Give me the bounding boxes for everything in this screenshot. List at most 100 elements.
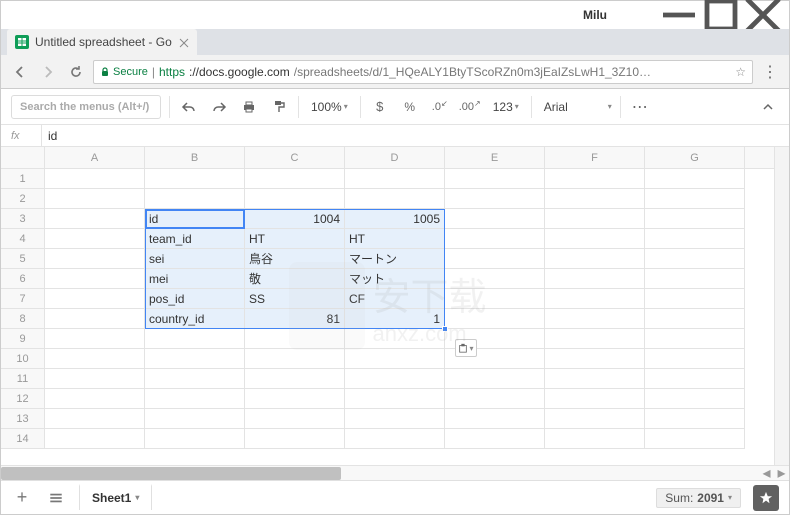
cell-E5[interactable] [445, 249, 545, 269]
cell-B7[interactable]: pos_id [145, 289, 245, 309]
cell-G5[interactable] [645, 249, 745, 269]
column-header[interactable]: G [645, 147, 745, 168]
cell-B13[interactable] [145, 409, 245, 429]
cell-A12[interactable] [45, 389, 145, 409]
increase-decimal-button[interactable]: .00↗ [459, 96, 481, 118]
cell-E1[interactable] [445, 169, 545, 189]
cell-G10[interactable] [645, 349, 745, 369]
cell-B6[interactable]: mei [145, 269, 245, 289]
cell-C4[interactable]: HT [245, 229, 345, 249]
cell-C9[interactable] [245, 329, 345, 349]
cell-C3[interactable]: 1004 [245, 209, 345, 229]
cell-D4[interactable]: HT [345, 229, 445, 249]
cell-F1[interactable] [545, 169, 645, 189]
chevron-down-icon[interactable]: ▾ [135, 493, 139, 502]
cell-D1[interactable] [345, 169, 445, 189]
cell-G3[interactable] [645, 209, 745, 229]
row-header[interactable]: 5 [1, 249, 45, 269]
cell-D5[interactable]: マートン [345, 249, 445, 269]
back-button[interactable] [9, 61, 31, 83]
cell-D2[interactable] [345, 189, 445, 209]
cell-C8[interactable]: 81 [245, 309, 345, 329]
row-header[interactable]: 2 [1, 189, 45, 209]
redo-button[interactable] [208, 96, 230, 118]
cell-A5[interactable] [45, 249, 145, 269]
cell-B10[interactable] [145, 349, 245, 369]
cell-D3[interactable]: 1005 [345, 209, 445, 229]
cell-D12[interactable] [345, 389, 445, 409]
cell-G6[interactable] [645, 269, 745, 289]
cell-B3[interactable]: id [145, 209, 245, 229]
cell-E13[interactable] [445, 409, 545, 429]
scroll-right-icon[interactable]: ▸ [774, 466, 789, 480]
cell-F11[interactable] [545, 369, 645, 389]
cell-G7[interactable] [645, 289, 745, 309]
row-header[interactable]: 9 [1, 329, 45, 349]
decrease-decimal-button[interactable]: .0↙ [429, 96, 451, 118]
row-header[interactable]: 6 [1, 269, 45, 289]
cell-F7[interactable] [545, 289, 645, 309]
cell-C10[interactable] [245, 349, 345, 369]
cell-D8[interactable]: 1 [345, 309, 445, 329]
chrome-menu-button[interactable]: ⋮ [759, 62, 781, 82]
cell-D6[interactable]: マット [345, 269, 445, 289]
formula-input[interactable]: id [44, 129, 57, 143]
cell-D14[interactable] [345, 429, 445, 449]
cell-B4[interactable]: team_id [145, 229, 245, 249]
add-sheet-button[interactable]: + [11, 487, 33, 509]
sheet-tab[interactable]: Sheet1 ▾ [79, 484, 152, 510]
browser-tab[interactable]: Untitled spreadsheet - Go [7, 29, 197, 55]
horizontal-scrollbar[interactable]: ◂ ▸ [1, 465, 789, 480]
row-header[interactable]: 13 [1, 409, 45, 429]
cell-C2[interactable] [245, 189, 345, 209]
print-button[interactable] [238, 96, 260, 118]
cell-F14[interactable] [545, 429, 645, 449]
cell-G11[interactable] [645, 369, 745, 389]
cell-B8[interactable]: country_id [145, 309, 245, 329]
number-format-select[interactable]: 123▾ [489, 100, 523, 114]
cell-A9[interactable] [45, 329, 145, 349]
font-select[interactable]: Arial [540, 100, 600, 114]
forward-button[interactable] [37, 61, 59, 83]
menu-search-input[interactable]: Search the menus (Alt+/) [11, 95, 161, 119]
more-toolbar-button[interactable]: ⋯ [629, 96, 651, 118]
explore-button[interactable] [753, 485, 779, 511]
row-header[interactable]: 8 [1, 309, 45, 329]
cell-B5[interactable]: sei [145, 249, 245, 269]
row-header[interactable]: 7 [1, 289, 45, 309]
cell-F13[interactable] [545, 409, 645, 429]
cell-B1[interactable] [145, 169, 245, 189]
row-header[interactable]: 11 [1, 369, 45, 389]
cell-G4[interactable] [645, 229, 745, 249]
cell-A6[interactable] [45, 269, 145, 289]
spreadsheet-grid[interactable]: A B C D E F G 123id100410054team_idHTHT5… [1, 147, 774, 465]
row-header[interactable]: 12 [1, 389, 45, 409]
cell-E7[interactable] [445, 289, 545, 309]
cell-C12[interactable] [245, 389, 345, 409]
minimize-button[interactable] [659, 1, 699, 29]
row-header[interactable]: 4 [1, 229, 45, 249]
cell-D11[interactable] [345, 369, 445, 389]
cell-A2[interactable] [45, 189, 145, 209]
cell-A8[interactable] [45, 309, 145, 329]
column-header[interactable]: A [45, 147, 145, 168]
paste-options-button[interactable]: ▾ [455, 339, 477, 357]
cell-G14[interactable] [645, 429, 745, 449]
column-header[interactable]: C [245, 147, 345, 168]
cell-C11[interactable] [245, 369, 345, 389]
vertical-scrollbar[interactable] [774, 147, 789, 465]
cell-C1[interactable] [245, 169, 345, 189]
zoom-select[interactable]: 100%▾ [307, 100, 352, 114]
undo-button[interactable] [178, 96, 200, 118]
reload-button[interactable] [65, 61, 87, 83]
scrollbar-thumb[interactable] [1, 467, 341, 480]
currency-button[interactable]: $ [369, 96, 391, 118]
cell-G12[interactable] [645, 389, 745, 409]
cell-A13[interactable] [45, 409, 145, 429]
cell-F12[interactable] [545, 389, 645, 409]
cell-C13[interactable] [245, 409, 345, 429]
cell-G1[interactable] [645, 169, 745, 189]
cell-G9[interactable] [645, 329, 745, 349]
cell-D9[interactable] [345, 329, 445, 349]
scroll-left-icon[interactable]: ◂ [759, 466, 774, 480]
